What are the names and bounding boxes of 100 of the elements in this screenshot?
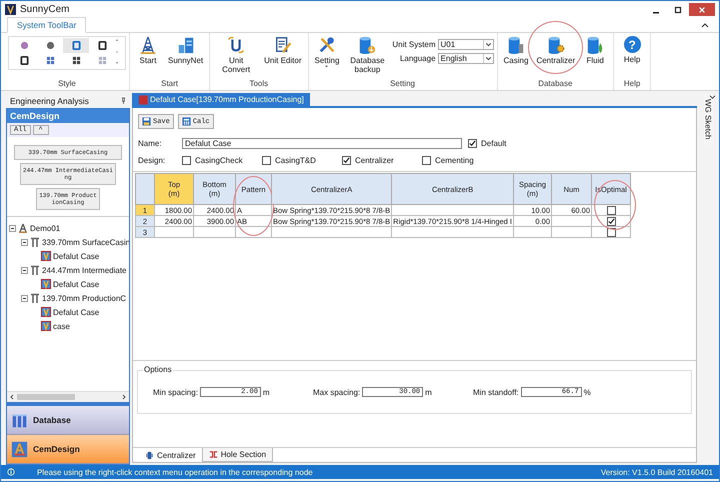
group-label: Start (160, 79, 180, 90)
database-drop-icon (586, 36, 604, 54)
name-field[interactable]: Defalut Case (182, 138, 462, 149)
group-title: Options (143, 365, 173, 374)
hole-section-icon (208, 450, 218, 459)
collapse-ribbon-icon[interactable] (701, 22, 709, 28)
field-label: Unit System (392, 40, 436, 49)
checkbox-label: Centralizer (355, 156, 394, 165)
scroll-right-icon[interactable] (121, 394, 127, 400)
checkbox-label: CasingT&D (275, 156, 316, 165)
database-download-icon (358, 36, 376, 54)
style-swatch-icon (46, 56, 54, 65)
calculator-icon (182, 117, 191, 126)
checkbox[interactable] (182, 156, 191, 165)
dropdown-arrow-icon (482, 54, 493, 63)
field-label: Min spacing: (153, 388, 198, 396)
style-swatch-icon (20, 41, 28, 50)
ribbon-button[interactable]: Unit Convert (213, 35, 260, 75)
unit-label: m (425, 388, 432, 396)
rig-icon (18, 223, 28, 233)
centralizer-icon (145, 450, 154, 460)
checkbox[interactable] (342, 156, 351, 165)
ribbon-button[interactable]: Fluid (580, 35, 610, 66)
ribbon-button[interactable]: Centralizer (533, 35, 578, 66)
panel-title: Engineering Analysis (10, 96, 89, 106)
tree-item[interactable]: 244.47mm Intermediate (42, 266, 126, 274)
window-title: SunnyCem (20, 4, 70, 15)
style-swatch-icon (46, 41, 54, 50)
collapse-icon[interactable] (21, 294, 28, 302)
rig-design-icon (11, 440, 28, 458)
database-icon (11, 412, 28, 428)
ribbon-button[interactable]: Unit Editor (261, 35, 304, 66)
wrench-screwdriver-icon (318, 36, 336, 54)
collapse-icon[interactable] (9, 224, 16, 232)
close-icon (698, 6, 706, 14)
close-button[interactable] (689, 3, 715, 16)
field-label: Design: (138, 156, 166, 165)
group-label: Database (537, 79, 574, 90)
ribbon-button[interactable]: SunnyNet (165, 35, 206, 66)
checkbox-label: Default (481, 139, 506, 148)
checkbox-label: CasingCheck (195, 156, 243, 165)
nav-button[interactable]: CemDesign (7, 435, 129, 464)
tower-icon (139, 36, 157, 54)
tree-item[interactable]: Defalut Case (53, 280, 100, 288)
checkbox-label: Cementing (435, 156, 474, 165)
database-pipe-icon (506, 36, 525, 54)
checkbox[interactable] (468, 139, 477, 148)
collapse-icon[interactable] (21, 238, 28, 246)
ribbon-button[interactable]: Setting (312, 35, 342, 69)
casing-icon (30, 237, 40, 247)
document-pencil-icon (274, 36, 292, 54)
nav-button[interactable]: Database (7, 406, 129, 435)
server-icon (176, 36, 195, 54)
checkbox[interactable] (262, 156, 271, 165)
ribbon-tab[interactable]: System ToolBar (7, 17, 86, 33)
scroll-left-icon[interactable] (9, 394, 15, 400)
style-swatch-icon (98, 56, 106, 65)
tree-item[interactable]: Defalut Case (53, 252, 100, 260)
group-label: Help (622, 79, 642, 90)
help-icon: ? (624, 36, 641, 53)
checkbox[interactable] (606, 228, 616, 236)
unit-label: m (262, 388, 270, 396)
dropdown-arrow-icon (324, 65, 330, 68)
group-label: Tools (248, 79, 270, 90)
checkbox[interactable] (606, 216, 616, 226)
select-field[interactable]: English (438, 53, 494, 64)
casing-icon (30, 293, 40, 303)
style-swatch-icon (72, 41, 80, 50)
group-label: Setting (389, 79, 416, 90)
checkbox[interactable] (422, 156, 431, 165)
field-label: Min standoff: (473, 388, 519, 396)
group-label: Style (57, 79, 77, 90)
dropdown-arrow-icon (482, 40, 493, 49)
tree-item[interactable]: Defalut Case (53, 308, 100, 316)
unit-label: % (584, 388, 591, 396)
tree-item[interactable]: case (53, 322, 70, 330)
info-icon (7, 468, 15, 476)
tree-item[interactable]: 139.70mm ProductionC (42, 294, 126, 302)
app-logo-icon (5, 4, 16, 15)
casing-icon (30, 265, 40, 275)
ribbon-button[interactable]: ? Help (617, 35, 648, 65)
bottom-tab[interactable]: Hole Section (202, 448, 274, 462)
ribbon-button[interactable]: Database backup (344, 35, 390, 75)
select-field[interactable]: U01 (438, 39, 494, 50)
style-swatch-icon (72, 56, 80, 65)
checkbox[interactable] (606, 206, 616, 214)
style-swatch-icon (20, 56, 28, 65)
version-label: Version: V1.5.0 Build 20160401 (600, 468, 713, 476)
unit-convert-icon (227, 36, 246, 54)
horizontal-scrollbar[interactable] (7, 391, 129, 402)
collapse-icon[interactable] (709, 95, 716, 100)
tree-item[interactable]: Demo01 (30, 224, 60, 232)
maximize-icon[interactable] (673, 4, 683, 14)
field-label: Name: (138, 139, 163, 148)
ribbon-button[interactable]: Casing (500, 35, 532, 66)
ribbon-button[interactable]: Start (133, 35, 163, 66)
bottom-tab[interactable]: Centralizer (139, 448, 202, 462)
pin-icon[interactable] (121, 97, 126, 104)
collapse-icon[interactable] (21, 266, 28, 274)
document-tab[interactable]: Defalut Case[139.70mm ProductionCasing] (132, 93, 310, 106)
